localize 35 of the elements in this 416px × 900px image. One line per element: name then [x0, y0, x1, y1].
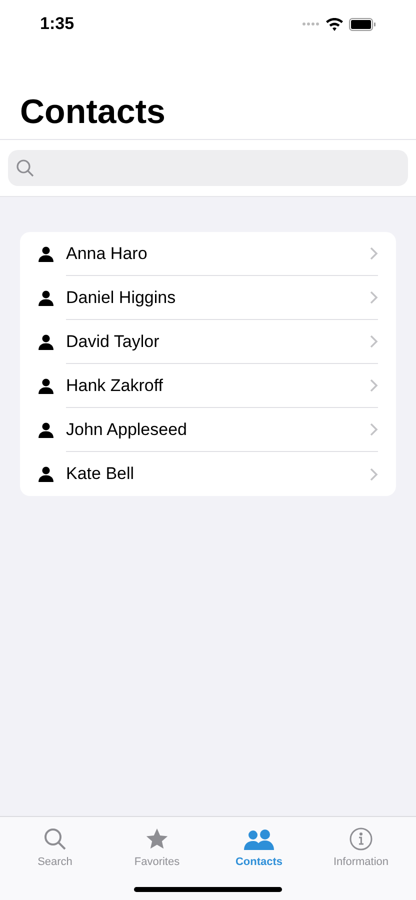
contact-name: Kate Bell — [66, 463, 136, 486]
chevron-icon — [370, 291, 378, 304]
chevron-icon — [370, 379, 378, 392]
chevron-icon — [370, 247, 378, 260]
contact-name: Hank Zakroff — [66, 374, 164, 397]
status-time: 1:35 — [40, 13, 74, 36]
contact-name: John Appleseed — [66, 418, 188, 441]
contact-row[interactable]: Hank Zakroff — [20, 364, 396, 408]
battery-icon — [349, 18, 376, 30]
signal-icon — [302, 22, 320, 26]
person-icon — [38, 290, 54, 306]
person-icon — [38, 378, 54, 394]
chevron-icon — [370, 423, 378, 436]
chevron-icon — [370, 335, 378, 348]
contact-row[interactable]: David Taylor — [20, 320, 396, 364]
search-icon — [16, 159, 34, 177]
person-icon — [38, 334, 54, 350]
chevron-icon — [370, 468, 378, 480]
search-field[interactable] — [8, 150, 408, 186]
person-icon — [38, 422, 54, 438]
star-icon — [144, 827, 170, 851]
contact-name: Anna Haro — [66, 242, 148, 265]
contact-name: David Taylor — [66, 330, 160, 353]
contact-name: Daniel Higgins — [66, 286, 177, 309]
contact-row[interactable]: John Appleseed — [20, 408, 396, 452]
info-icon — [349, 827, 373, 851]
contact-row[interactable]: Kate Bell — [20, 452, 396, 496]
person-icon — [38, 246, 54, 262]
contact-row[interactable]: Daniel Higgins — [20, 276, 396, 320]
person-icon — [38, 466, 54, 482]
page-title: Contacts — [20, 95, 166, 129]
people-icon — [244, 829, 274, 851]
contact-row[interactable]: Anna Haro — [20, 232, 396, 276]
search-icon — [43, 827, 67, 851]
wifi-icon — [326, 18, 343, 30]
